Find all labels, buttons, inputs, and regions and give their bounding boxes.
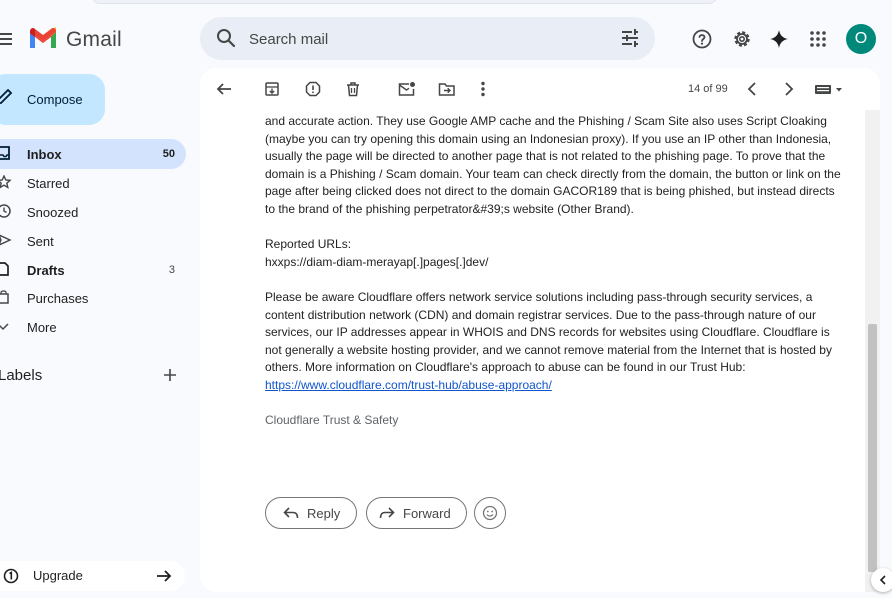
smiley-icon	[482, 505, 498, 521]
sidebar-item-label: Drafts	[27, 263, 65, 278]
more-options-icon[interactable]	[478, 81, 488, 97]
paragraph-text: Please be aware Cloudflare offers networ…	[265, 290, 832, 374]
main-menu-icon[interactable]	[0, 30, 14, 48]
apps-grid-icon	[809, 30, 827, 48]
drafts-count: 3	[168, 264, 175, 276]
reply-icon	[283, 506, 299, 520]
side-panel-toggle[interactable]	[871, 568, 892, 592]
reply-button[interactable]: Reply	[265, 497, 357, 529]
sidebar-item-label: Purchases	[27, 291, 89, 306]
reported-urls-heading: Reported URLs:	[265, 237, 352, 251]
message-paragraph: and accurate action. They use Google AMP…	[265, 114, 841, 216]
compose-label: Compose	[27, 92, 83, 107]
scrollbar-thumb[interactable]	[868, 324, 877, 572]
draft-icon	[0, 262, 10, 276]
sidebar-item-label: Sent	[27, 234, 54, 249]
trust-hub-link[interactable]: https://www.cloudflare.com/trust-hub/abu…	[265, 378, 552, 392]
gear-icon	[732, 29, 752, 49]
gmail-logo-icon[interactable]	[28, 26, 58, 50]
add-label-icon[interactable]	[162, 367, 178, 383]
support-button[interactable]	[682, 19, 722, 59]
clock-icon	[0, 204, 12, 218]
chevron-left-icon	[878, 575, 888, 585]
send-icon	[0, 234, 12, 246]
gemini-button[interactable]	[759, 19, 799, 59]
star-icon	[0, 175, 12, 189]
forward-label: Forward	[403, 505, 451, 521]
pencil-icon	[0, 89, 16, 105]
help-icon	[692, 29, 712, 49]
older-chevron-icon[interactable]	[783, 81, 795, 97]
delete-icon[interactable]	[345, 81, 361, 97]
reported-url: hxxps://diam-diam-merayap[.]pages[.]dev/	[265, 255, 489, 269]
sidebar-item-label: Starred	[27, 176, 70, 191]
forward-icon	[379, 506, 395, 520]
search-options-icon[interactable]	[620, 28, 640, 48]
search-icon[interactable]	[216, 28, 236, 48]
newer-chevron-icon[interactable]	[746, 81, 758, 97]
settings-button[interactable]	[722, 19, 762, 59]
upgrade-label: Upgrade	[33, 568, 83, 583]
sidebar-item-label: Inbox	[27, 147, 62, 162]
top-tab-strip	[92, 0, 717, 4]
reply-label: Reply	[307, 505, 341, 521]
arrow-right-icon	[156, 568, 172, 584]
app-title[interactable]: Gmail	[66, 28, 122, 52]
report-spam-icon[interactable]	[305, 81, 321, 97]
sparkle-icon	[769, 29, 789, 49]
pagination-text: 14 of 99	[688, 83, 728, 95]
search-input[interactable]	[249, 29, 579, 49]
unread-count: 50	[162, 148, 175, 160]
archive-icon[interactable]	[264, 81, 280, 97]
sidebar-item-label: More	[27, 320, 57, 335]
move-to-icon[interactable]	[438, 81, 456, 97]
chevron-down-icon	[0, 322, 10, 332]
account-avatar[interactable]: O	[846, 24, 876, 54]
message-paragraph-cloudflare: Please be aware Cloudflare offers networ…	[265, 289, 848, 394]
inbox-icon	[0, 146, 10, 160]
forward-button[interactable]: Forward	[366, 497, 467, 529]
mark-unread-icon[interactable]	[398, 81, 416, 97]
shopping-bag-icon	[0, 290, 10, 304]
sidebar-item-label: Snoozed	[27, 205, 79, 220]
labels-heading: Labels	[0, 367, 43, 384]
signature: Cloudflare Trust & Safety	[265, 413, 399, 427]
upgrade-info-icon	[3, 568, 19, 584]
input-tools-keyboard-icon[interactable]	[814, 84, 846, 96]
apps-button[interactable]	[798, 19, 838, 59]
back-arrow-icon[interactable]	[215, 81, 233, 97]
emoji-reaction-button[interactable]	[474, 497, 506, 529]
